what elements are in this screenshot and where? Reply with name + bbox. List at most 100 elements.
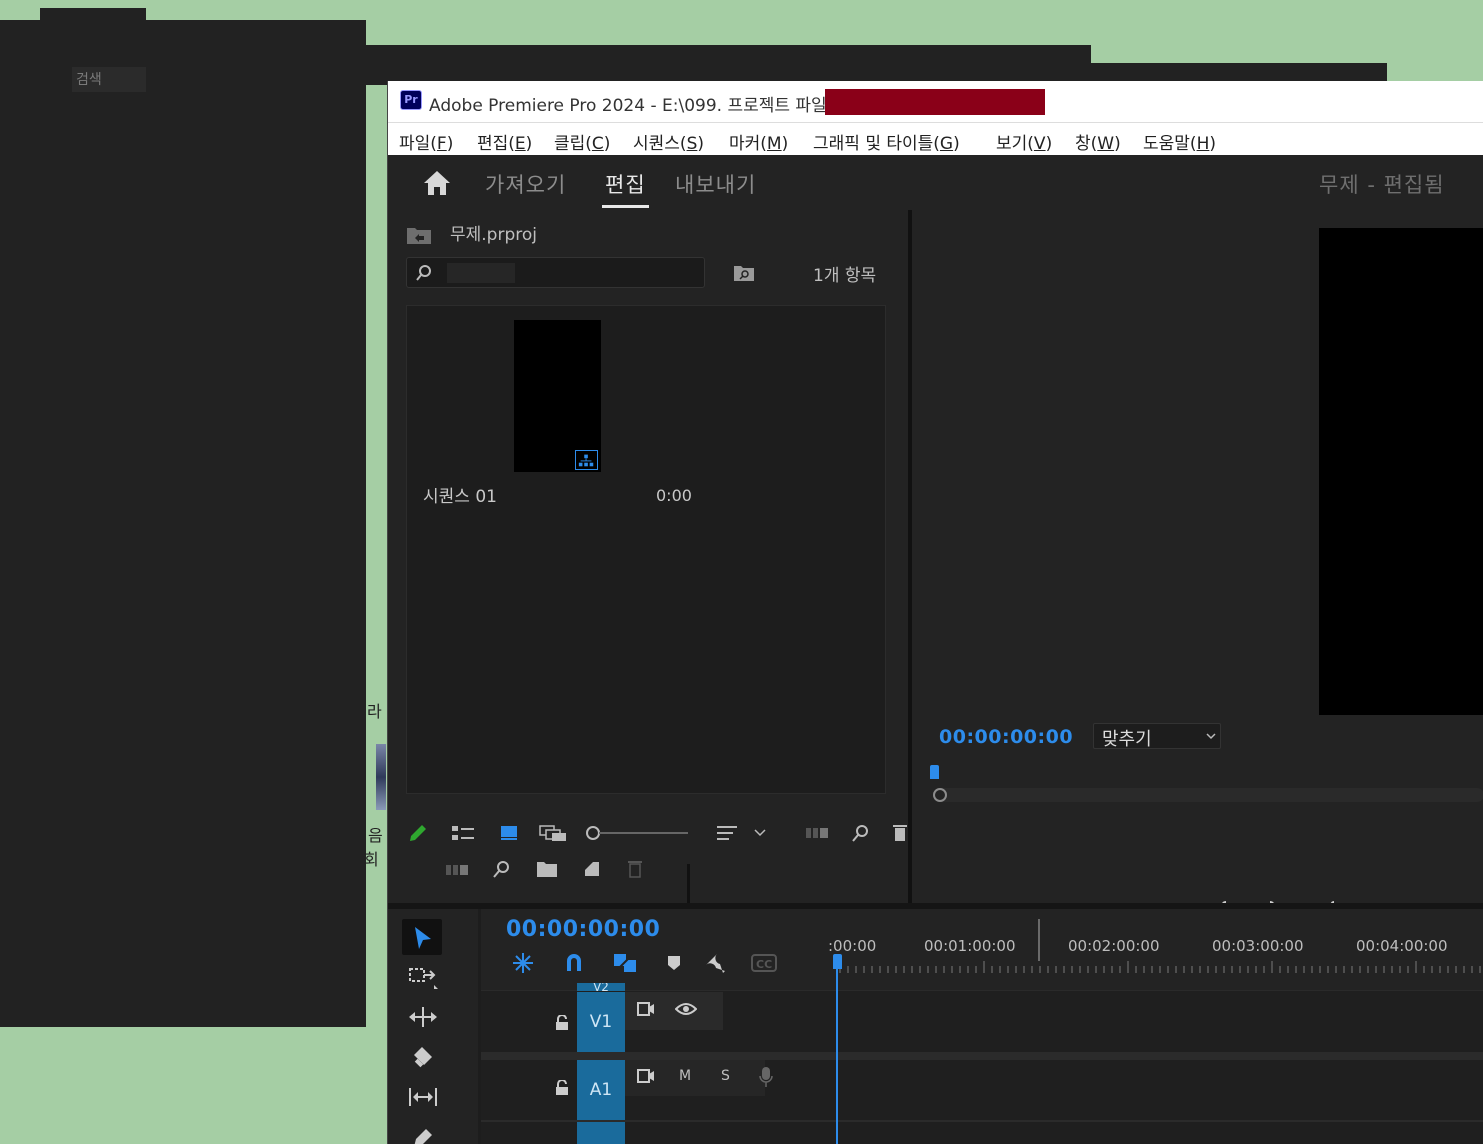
ruler-label: 00:03:00:00 — [1212, 937, 1304, 955]
background-partial-text: 회 — [364, 850, 379, 869]
program-monitor: 00:00:00:00 맞추기 — [912, 210, 1483, 958]
background-partial-text: 라 — [367, 702, 382, 721]
microphone-icon[interactable] — [759, 1066, 773, 1088]
snap-icon[interactable] — [562, 951, 586, 975]
tools-panel — [388, 909, 478, 1144]
menu-sequence[interactable]: 시퀀스(S) — [633, 129, 704, 154]
ripple-edit-tool[interactable] — [402, 999, 442, 1035]
sync-lock-icon[interactable] — [637, 1068, 655, 1084]
track-label-a2[interactable] — [577, 1122, 625, 1144]
home-icon[interactable] — [422, 169, 452, 197]
pencil-icon[interactable] — [407, 822, 429, 844]
pen-tool[interactable] — [402, 1119, 442, 1144]
chevron-down-icon — [1206, 733, 1216, 740]
captions-icon[interactable]: CC — [751, 953, 777, 973]
timeline-playhead-line — [836, 959, 838, 1144]
project-search-input[interactable] — [447, 263, 515, 283]
track-label-v2[interactable]: V2 — [577, 983, 625, 991]
menu-view[interactable]: 보기(V) — [996, 129, 1052, 154]
razor-tool[interactable] — [402, 1039, 442, 1075]
slip-tool[interactable] — [402, 1079, 442, 1115]
premiere-window: Pr Adobe Premiere Pro 2024 - E:\099. 프로젝… — [387, 81, 1483, 1144]
icon-view-icon[interactable] — [498, 823, 520, 843]
list-view-icon[interactable] — [450, 823, 476, 843]
sync-lock-icon[interactable] — [637, 1001, 655, 1017]
track-label-v1[interactable]: V1 — [577, 992, 625, 1053]
ruler-label: 00:04:00:00 — [1356, 937, 1448, 955]
new-bin-icon[interactable] — [535, 859, 559, 879]
program-zoom-scrollbar[interactable] — [933, 788, 1483, 802]
find-bin-icon[interactable] — [733, 264, 755, 282]
automate-to-sequence-icon[interactable] — [804, 824, 830, 842]
background-window-top — [125, 45, 1091, 85]
project-panel: 무제.prproj 1개 항목 시퀀스 01 0:00 — [388, 210, 908, 908]
project-search-box[interactable] — [406, 257, 705, 288]
panel-divider — [687, 864, 690, 904]
project-folder-icon[interactable] — [406, 225, 432, 245]
track-row-a2[interactable] — [481, 1120, 1483, 1144]
background-thumbnail — [376, 744, 386, 810]
insert-sequence-as-nest-icon[interactable] — [511, 951, 535, 975]
slip-icon — [409, 1088, 437, 1106]
track-select-tool[interactable] — [402, 959, 442, 995]
zoom-slider[interactable] — [584, 824, 690, 842]
ruler-label: :00:00 — [828, 937, 877, 955]
tab-import[interactable]: 가져오기 — [485, 169, 566, 199]
find-icon[interactable] — [491, 859, 513, 879]
menu-edit[interactable]: 편집(E) — [477, 129, 532, 154]
lock-icon[interactable] — [555, 1015, 569, 1031]
mute-button[interactable]: M — [679, 1068, 691, 1084]
tab-edit[interactable]: 편집 — [605, 169, 646, 199]
timeline-playhead[interactable] — [833, 954, 842, 969]
sort-icon[interactable] — [715, 823, 771, 843]
freeform-view-icon[interactable] — [538, 823, 568, 843]
title-bar[interactable]: Pr Adobe Premiere Pro 2024 - E:\099. 프로젝… — [388, 81, 1483, 123]
lock-icon[interactable] — [555, 1080, 569, 1096]
zoom-handle[interactable] — [933, 788, 947, 802]
track-row-v1[interactable]: V2 V1 — [481, 983, 1483, 1053]
background-partial-text: 음 — [368, 826, 383, 845]
premiere-app-icon: Pr — [400, 90, 422, 110]
track-divider — [481, 1052, 1483, 1060]
selection-tool[interactable] — [402, 919, 442, 955]
find-icon[interactable] — [850, 823, 872, 843]
menu-bar: 파일(F) 편집(E) 클립(C) 시퀀스(S) 마커(M) 그래픽 및 타이틀… — [388, 123, 1483, 155]
video-preview[interactable] — [1319, 228, 1483, 715]
menu-graphics-titles[interactable]: 그래픽 및 타이틀(G) — [813, 129, 960, 154]
fit-value: 맞추기 — [1102, 729, 1152, 750]
sequence-thumbnail[interactable] — [514, 320, 601, 472]
sequence-icon — [575, 450, 598, 470]
menu-clip[interactable]: 클립(C) — [554, 129, 610, 154]
program-timecode[interactable]: 00:00:00:00 — [939, 726, 1073, 748]
menu-file[interactable]: 파일(F) — [399, 129, 453, 154]
item-count: 1개 항목 — [813, 266, 877, 286]
program-playhead[interactable] — [930, 765, 939, 779]
track-area: V2 V1 A1 M S — [481, 983, 1483, 1144]
background-window-left — [0, 20, 366, 1027]
timeline-timecode[interactable]: 00:00:00:00 — [506, 917, 660, 942]
eye-icon[interactable] — [675, 1001, 697, 1017]
menu-window[interactable]: 창(W) — [1075, 129, 1121, 154]
new-item-icon[interactable] — [582, 859, 602, 879]
linked-selection-icon[interactable] — [612, 951, 638, 975]
solo-button[interactable]: S — [721, 1068, 730, 1084]
clear-icon — [628, 861, 642, 878]
track-row-a1[interactable]: A1 M S — [481, 1060, 1483, 1120]
time-ruler[interactable]: :00:00 00:01:00:00 00:02:00:00 00:03:00:… — [828, 919, 1483, 974]
selection-arrow-icon — [415, 927, 431, 949]
svg-text:CC: CC — [756, 958, 772, 971]
project-name: 무제.prproj — [450, 225, 537, 245]
menu-markers[interactable]: 마커(M) — [729, 129, 788, 154]
wrench-icon[interactable] — [703, 951, 727, 975]
tab-export[interactable]: 내보내기 — [675, 169, 756, 199]
background-search-input[interactable]: 검색 — [72, 67, 146, 92]
automate-to-sequence-icon[interactable] — [444, 861, 470, 879]
add-marker-icon[interactable] — [666, 953, 682, 973]
workspace-bar: 가져오기 편집 내보내기 무제 - 편집됨 — [388, 155, 1483, 210]
timeline-panel: 00:00:00:00 CC :00:00 00:01:00:00 00:02:… — [481, 909, 1483, 1144]
menu-help[interactable]: 도움말(H) — [1143, 129, 1216, 154]
trash-icon[interactable] — [893, 823, 907, 843]
sequence-name[interactable]: 시퀀스 01 — [423, 482, 497, 507]
track-label-a1[interactable]: A1 — [577, 1060, 625, 1120]
fit-dropdown[interactable]: 맞추기 — [1093, 723, 1221, 750]
